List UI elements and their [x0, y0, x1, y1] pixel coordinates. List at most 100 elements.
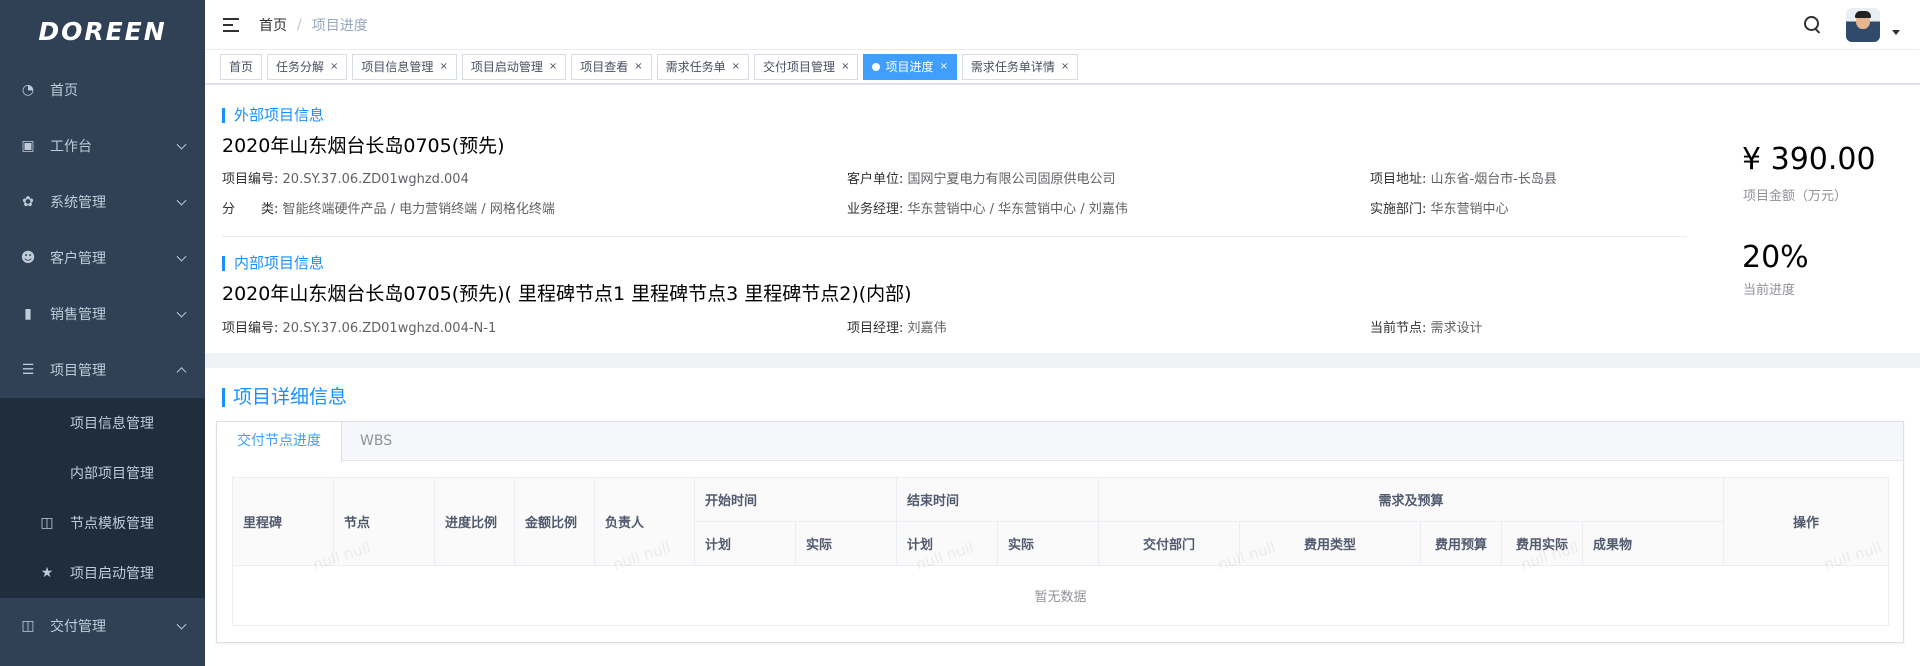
tag-item[interactable]: 项目查看 ×: [571, 53, 652, 80]
close-icon[interactable]: ×: [732, 61, 740, 72]
external-customer: 客户单位: 国网宁夏电力有限公司固原供电公司: [847, 168, 1116, 187]
gear-icon: ✿: [22, 194, 34, 210]
field-value: 山东省-烟台市-长岛县: [1430, 172, 1557, 187]
list-icon: ☰: [21, 362, 35, 378]
tag-label: 项目查看: [580, 60, 629, 74]
sidebar-item-label: 内部项目管理: [70, 466, 154, 482]
external-address: 项目地址: 山东省-烟台市-长岛县: [1370, 168, 1557, 187]
sidebar-item-home[interactable]: ◔ 首页: [0, 62, 205, 118]
book-icon: ◫: [40, 515, 54, 531]
close-icon[interactable]: ×: [439, 61, 447, 72]
sidebar-item-node-template[interactable]: ◫ 节点模板管理: [0, 498, 205, 548]
internal-code: 项目编号: 20.SY.37.06.ZD01wghzd.004-N-1: [222, 317, 496, 336]
caret-down-icon[interactable]: [1892, 29, 1900, 35]
sidebar-item-sales[interactable]: ▮ 销售管理: [0, 286, 205, 342]
tag-home[interactable]: 首页: [220, 53, 263, 80]
chevron-down-icon: [176, 195, 187, 206]
sales-icon: ▮: [24, 306, 32, 322]
tag-item[interactable]: 项目启动管理 ×: [461, 53, 567, 80]
project-info-card: 外部项目信息 2020年山东烟台长岛0705(预先) 项目编号: 20.SY.3…: [205, 85, 1920, 353]
tag-item[interactable]: 需求任务单 ×: [656, 53, 750, 80]
detail-card: 项目详细信息 交付节点进度 WBS 里程碑 节点 进度比例 金额比例 负责人 开…: [205, 368, 1920, 666]
breadcrumb: 首页 / 项目进度: [259, 15, 368, 35]
field-value: 刘嘉伟: [907, 321, 947, 336]
tag-item-active[interactable]: 项目进度 ×: [863, 53, 957, 80]
field-label: 当前节点:: [1370, 321, 1427, 336]
close-icon[interactable]: ×: [330, 61, 338, 72]
tag-item[interactable]: 交付项目管理 ×: [754, 53, 859, 80]
navbar-right: [1804, 0, 1900, 50]
breadcrumb-home[interactable]: 首页: [259, 15, 287, 35]
sidebar-item-project[interactable]: ☰ 项目管理: [0, 342, 205, 398]
internal-section-title: 内部项目信息: [222, 256, 324, 271]
chevron-up-icon: [176, 367, 187, 378]
field-label: 分 类:: [222, 202, 279, 217]
field-value: 需求设计: [1430, 321, 1483, 336]
navbar: 首页 / 项目进度: [205, 0, 1920, 50]
field-value: 国网宁夏电力有限公司固原供电公司: [907, 172, 1116, 187]
tag-label: 需求任务单: [665, 60, 726, 74]
close-icon[interactable]: ×: [634, 61, 642, 72]
tag-item[interactable]: 项目信息管理 ×: [352, 53, 457, 80]
th-fee-budget: 费用预算: [1420, 521, 1502, 566]
book-icon: ◫: [21, 618, 35, 634]
chevron-down-icon: [176, 619, 187, 630]
current-progress-label: 当前进度: [1743, 283, 1796, 298]
close-icon[interactable]: ×: [939, 61, 947, 72]
sidebar-item-label: 首页: [50, 83, 78, 99]
sidebar-item-customer[interactable]: ☻ 客户管理: [0, 230, 205, 286]
avatar[interactable]: [1846, 8, 1880, 42]
breadcrumb-separator: /: [297, 16, 302, 33]
field-value: 智能终端硬件产品 / 电力营销终端 / 网格化终端: [282, 202, 555, 217]
sidebar-item-label: 销售管理: [50, 307, 106, 323]
field-label: 项目地址:: [1370, 172, 1427, 187]
field-label: 项目编号:: [222, 172, 279, 187]
tab-wbs[interactable]: WBS: [340, 422, 412, 461]
sidebar: DOREEN ◔ 首页 ▣ 工作台 ✿ 系统管理 ☻ 客户管理 ▮ 销售管理 ☰…: [0, 0, 205, 666]
tag-item[interactable]: 需求任务单详情 ×: [961, 53, 1079, 80]
workbench-icon: ▣: [21, 138, 35, 154]
search-icon[interactable]: [1804, 16, 1822, 34]
th-end-actual: 实际: [997, 521, 1099, 566]
sidebar-item-label: 客户管理: [50, 251, 106, 267]
close-icon[interactable]: ×: [549, 61, 557, 72]
field-label: 项目经理:: [847, 321, 904, 336]
th-start-actual: 实际: [795, 521, 897, 566]
sidebar-item-label: 工作台: [50, 139, 92, 155]
sidebar-item-label: 交付管理: [50, 619, 106, 635]
field-value: 华东营销中心 / 华东营销中心 / 刘嘉伟: [907, 202, 1128, 217]
chevron-down-icon: [176, 307, 187, 318]
breadcrumb-current: 项目进度: [311, 17, 368, 34]
tab-delivery-progress[interactable]: 交付节点进度: [216, 422, 342, 462]
external-project-name: 2020年山东烟台长岛0705(预先): [222, 135, 505, 157]
sidebar-item-label: 项目管理: [50, 363, 106, 379]
external-dept: 实施部门: 华东营销中心: [1370, 198, 1509, 217]
sidebar-item-delivery[interactable]: ◫ 交付管理: [0, 598, 205, 654]
th-fee-type: 费用类型: [1239, 521, 1421, 566]
hamburger-icon[interactable]: [223, 17, 239, 32]
field-label: 客户单位:: [847, 172, 904, 187]
sidebar-item-project-start[interactable]: ★ 项目启动管理: [0, 548, 205, 598]
tag-label: 项目启动管理: [470, 60, 543, 74]
sidebar-item-project-info[interactable]: 项目信息管理: [0, 398, 205, 448]
tag-label: 任务分解: [276, 60, 325, 74]
external-manager: 业务经理: 华东营销中心 / 华东营销中心 / 刘嘉伟: [847, 198, 1128, 217]
internal-project-name: 2020年山东烟台长岛0705(预先)( 里程碑节点1 里程碑节点3 里程碑节点…: [222, 283, 912, 305]
tag-label: 项目信息管理: [361, 60, 434, 74]
sidebar-item-internal-project[interactable]: 内部项目管理: [0, 448, 205, 498]
th-delivery-dept: 交付部门: [1098, 521, 1240, 566]
sidebar-item-label: 系统管理: [50, 195, 106, 211]
sidebar-item-workbench[interactable]: ▣ 工作台: [0, 118, 205, 174]
close-icon[interactable]: ×: [841, 61, 849, 72]
field-label: 业务经理:: [847, 202, 904, 217]
close-icon[interactable]: ×: [1061, 61, 1069, 72]
th-operation: 操作: [1723, 477, 1889, 566]
delivery-table: 里程碑 节点 进度比例 金额比例 负责人 开始时间 结束时间 需求及预算 操作 …: [232, 477, 1889, 626]
field-value: 20.SY.37.06.ZD01wghzd.004-N-1: [282, 321, 497, 336]
th-owner: 负责人: [594, 477, 695, 566]
th-milestone: 里程碑: [232, 477, 334, 566]
field-value: 华东营销中心: [1430, 202, 1509, 217]
sidebar-item-system[interactable]: ✿ 系统管理: [0, 174, 205, 230]
th-end-time: 结束时间: [896, 477, 1099, 522]
tag-item[interactable]: 任务分解 ×: [267, 53, 348, 80]
